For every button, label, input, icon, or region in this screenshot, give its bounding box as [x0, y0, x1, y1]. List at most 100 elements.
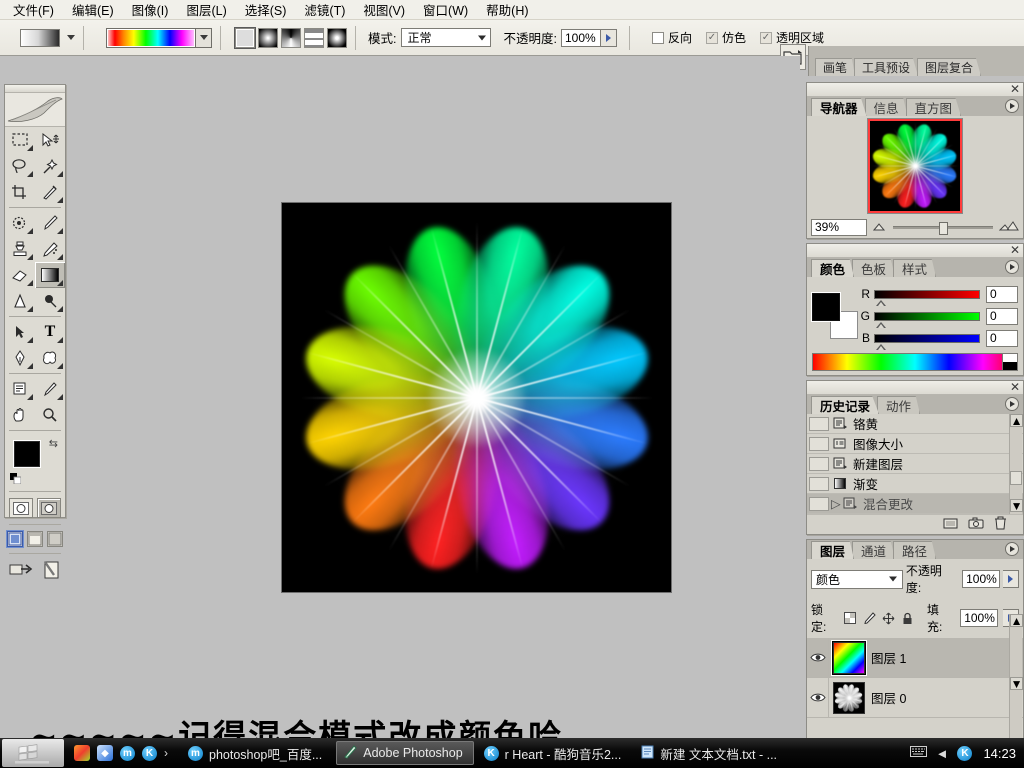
- menu-item-select[interactable]: 选择(S): [236, 0, 296, 21]
- blur-tool[interactable]: [5, 288, 35, 314]
- zoom-out-icon[interactable]: [873, 221, 887, 234]
- menu-item-window[interactable]: 窗口(W): [414, 0, 477, 21]
- layer-name[interactable]: 图层 0: [871, 688, 906, 707]
- gradient-type-reflected-button[interactable]: [304, 28, 324, 48]
- shape-tool[interactable]: [35, 345, 65, 371]
- gradient-preset-button[interactable]: [20, 29, 75, 47]
- tab-actions[interactable]: 动作: [877, 396, 920, 414]
- foreground-color-swatch[interactable]: [14, 441, 40, 467]
- history-snapshot-checkbox[interactable]: [809, 457, 829, 471]
- scroll-up-arrow-icon[interactable]: ▲: [1010, 614, 1023, 627]
- scroll-down-arrow-icon[interactable]: ▼: [1010, 499, 1023, 512]
- brush-tool[interactable]: [35, 210, 65, 236]
- layer-row-1[interactable]: 图层 1: [807, 638, 1023, 678]
- gradient-type-linear-button[interactable]: [235, 28, 255, 48]
- layer-visibility-toggle[interactable]: [807, 638, 829, 677]
- zoom-in-icon[interactable]: [999, 221, 1019, 234]
- tab-histogram[interactable]: 直方图: [906, 98, 962, 116]
- default-colors-icon[interactable]: [10, 473, 21, 484]
- taskbar-item-photoshop[interactable]: Adobe Photoshop: [336, 741, 473, 765]
- b-value-input[interactable]: 0: [986, 330, 1018, 347]
- reverse-checkbox[interactable]: [652, 32, 664, 44]
- menu-item-help[interactable]: 帮助(H): [477, 0, 537, 21]
- fill-input[interactable]: 100%: [960, 609, 998, 627]
- layer-blend-mode-select[interactable]: 颜色: [811, 570, 903, 589]
- messenger-icon[interactable]: m: [120, 746, 135, 761]
- opacity-stepper[interactable]: [601, 29, 617, 47]
- reverse-checkbox-group[interactable]: 反向: [652, 29, 692, 46]
- gradient-picker-chevron[interactable]: [195, 29, 211, 47]
- gradient-type-angle-button[interactable]: [281, 28, 301, 48]
- opacity-input[interactable]: 100%: [561, 29, 601, 47]
- taskbar-item-notepad[interactable]: 新建 文本文档.txt - ...: [635, 741, 787, 765]
- notes-tool[interactable]: [5, 376, 35, 402]
- history-scrollbar[interactable]: ▲ ▼: [1009, 414, 1022, 514]
- layers-scrollbar[interactable]: ▲ ▼: [1009, 614, 1022, 744]
- navigator-title-bar[interactable]: ✕: [807, 83, 1023, 97]
- layer-row-0[interactable]: 图层 0: [807, 678, 1023, 718]
- navigator-thumbnail[interactable]: [867, 118, 963, 214]
- history-brush-tool[interactable]: [35, 236, 65, 262]
- color-foreground-swatch[interactable]: [812, 293, 840, 321]
- menu-item-layer[interactable]: 图层(L): [177, 0, 235, 21]
- r-slider-knob[interactable]: [876, 300, 886, 306]
- full-screen-menu-bar-button[interactable]: [27, 531, 43, 547]
- layer-thumbnail[interactable]: [833, 682, 865, 714]
- toolbox-drag-handle[interactable]: [5, 85, 65, 93]
- layer-opacity-stepper[interactable]: [1003, 570, 1019, 588]
- tab-info[interactable]: 信息: [865, 98, 908, 116]
- move-tool[interactable]: [35, 127, 65, 153]
- panel-menu-icon[interactable]: [1005, 542, 1019, 556]
- history-snapshot-checkbox[interactable]: [809, 497, 829, 511]
- healing-brush-tool[interactable]: [5, 210, 35, 236]
- r-value-input[interactable]: 0: [986, 286, 1018, 303]
- b-slider-knob[interactable]: [876, 344, 886, 350]
- new-document-from-state-icon[interactable]: [943, 517, 958, 533]
- lock-position-icon[interactable]: [881, 611, 895, 625]
- menu-item-image[interactable]: 图像(I): [123, 0, 178, 21]
- quick-mask-mode-button[interactable]: [37, 498, 61, 518]
- lasso-tool[interactable]: [5, 153, 35, 179]
- history-row[interactable]: 图像大小: [807, 434, 1023, 454]
- jump-to-file-icon[interactable]: [41, 561, 61, 582]
- history-row-active[interactable]: ▷ 混合更改: [807, 494, 1023, 514]
- tab-history[interactable]: 历史记录: [811, 396, 879, 414]
- blend-mode-select[interactable]: 正常: [401, 28, 491, 47]
- magic-wand-tool[interactable]: [35, 153, 65, 179]
- clone-stamp-tool[interactable]: [5, 236, 35, 262]
- palette-well-tab-tool-presets[interactable]: 工具预设: [854, 58, 918, 76]
- gradient-tool[interactable]: [35, 262, 65, 288]
- zoom-tool[interactable]: [35, 402, 65, 428]
- tab-color[interactable]: 颜色: [811, 259, 854, 277]
- type-tool[interactable]: T: [35, 319, 65, 345]
- new-snapshot-icon[interactable]: [968, 517, 984, 533]
- tab-navigator[interactable]: 导航器: [811, 98, 867, 116]
- crop-tool[interactable]: [5, 179, 35, 205]
- dither-checkbox[interactable]: [706, 32, 718, 44]
- tab-channels[interactable]: 通道: [852, 541, 895, 559]
- panel-menu-icon[interactable]: [1005, 397, 1019, 411]
- chevron-down-icon[interactable]: [67, 35, 75, 40]
- b-slider-track[interactable]: [874, 334, 980, 343]
- scroll-thumb[interactable]: [1010, 471, 1022, 485]
- dodge-tool[interactable]: [35, 288, 65, 314]
- show-desktop-icon[interactable]: [74, 745, 90, 761]
- close-icon[interactable]: ✕: [1010, 244, 1020, 257]
- swap-colors-icon[interactable]: ⇆: [49, 437, 58, 450]
- taskbar-clock[interactable]: 14:23: [983, 746, 1016, 761]
- tab-layers[interactable]: 图层: [811, 541, 854, 559]
- kugou-icon[interactable]: K: [142, 746, 157, 761]
- r-slider-track[interactable]: [874, 290, 980, 299]
- color-spectrum-ramp[interactable]: [812, 353, 1018, 371]
- history-snapshot-checkbox[interactable]: [809, 417, 829, 431]
- jump-to-imageready-icon[interactable]: [9, 561, 33, 582]
- marquee-tool[interactable]: [5, 127, 35, 153]
- history-row[interactable]: 渐变: [807, 474, 1023, 494]
- palette-well-tab-layer-comps[interactable]: 图层复合: [917, 58, 981, 76]
- menu-item-edit[interactable]: 编辑(E): [63, 0, 123, 21]
- menu-item-view[interactable]: 视图(V): [354, 0, 414, 21]
- standard-screen-mode-button[interactable]: [7, 531, 23, 547]
- gradient-picker[interactable]: [106, 28, 212, 48]
- lock-image-icon[interactable]: [862, 611, 876, 625]
- tab-paths[interactable]: 路径: [893, 541, 936, 559]
